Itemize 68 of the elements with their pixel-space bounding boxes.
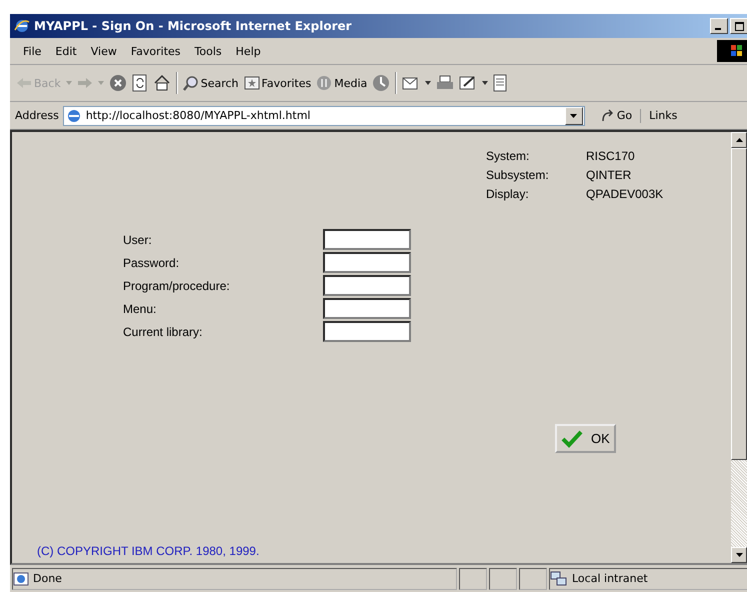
input-field[interactable] [323,275,411,296]
dropdown-icon[interactable] [482,81,488,85]
info-label: System: [486,149,530,163]
document-icon[interactable] [493,74,508,92]
info-value: QPADEV003K [586,187,664,201]
window-title: MYAPPL - Sign On - Microsoft Internet Explorer [34,19,353,33]
windows-logo-icon [717,40,747,62]
home-icon[interactable] [152,74,171,92]
menu-item[interactable]: File [16,44,48,58]
ok-button[interactable]: OK [555,424,616,453]
info-value: QINTER [586,168,632,182]
menu-item[interactable]: Tools [188,44,229,58]
menu-item[interactable]: Help [228,44,268,58]
scroll-up-button[interactable] [731,132,747,148]
field-label: Current library: [123,324,204,338]
info-value: RISC170 [586,149,636,163]
status-panel [489,568,517,590]
maximize-icon [734,22,744,30]
go-arrow-icon [600,108,615,122]
zone-indicator: Local intranet [549,568,747,590]
back-arrow-icon [16,77,32,89]
info-label: Subsystem: [486,168,550,182]
status-panel [459,568,487,590]
search-button[interactable]: Search [182,75,239,91]
browser-icon [14,18,30,34]
copyright-text: (C) COPYRIGHT IBM CORP. 1980, 1999. [37,544,260,558]
page-icon [13,570,29,586]
mail-icon[interactable] [402,75,420,91]
caret-icon [736,138,742,142]
links-button[interactable]: Links [645,109,678,122]
field-label: Menu: [123,302,158,316]
stop-icon[interactable] [108,74,127,92]
caret-icon [570,114,578,118]
search-icon [182,75,199,91]
input-field[interactable] [323,321,411,342]
print-icon[interactable] [436,75,454,91]
favorites-button[interactable]: Favorites [244,76,312,90]
dropdown-button[interactable] [564,106,583,124]
network-icon [550,570,568,586]
media-button[interactable]: Media [316,75,368,91]
menu-item[interactable]: Favorites [124,44,188,58]
scroll-thumb[interactable] [731,148,747,460]
edit-icon[interactable] [459,75,478,91]
minimize-button[interactable] [710,18,728,34]
refresh-icon[interactable] [132,74,148,92]
scroll-down-button[interactable] [731,547,747,563]
menu-item[interactable]: Edit [48,44,84,58]
address-label: Address [15,109,59,122]
history-icon[interactable] [372,74,390,92]
menu-item[interactable]: View [84,44,124,58]
status-panel [519,568,547,590]
scrollbar[interactable] [731,132,747,563]
page-icon [66,108,82,124]
checkmark-icon [561,430,583,448]
input-field[interactable] [323,298,411,319]
maximize-button[interactable] [730,18,747,34]
go-button[interactable]: Go [588,108,642,122]
status-text: Done [12,568,457,590]
info-label: Display: [486,187,530,201]
address-field[interactable]: http://localhost:8080/MYAPPL-xhtml.html [62,106,585,126]
field-label: Program/procedure: [123,278,231,292]
dropdown-icon[interactable] [425,81,432,85]
field-label: Password: [123,256,180,270]
input-field[interactable] [323,252,411,273]
media-icon [316,75,332,91]
input-field[interactable] [323,229,411,250]
caret-icon [736,553,742,557]
field-label: User: [123,232,153,246]
